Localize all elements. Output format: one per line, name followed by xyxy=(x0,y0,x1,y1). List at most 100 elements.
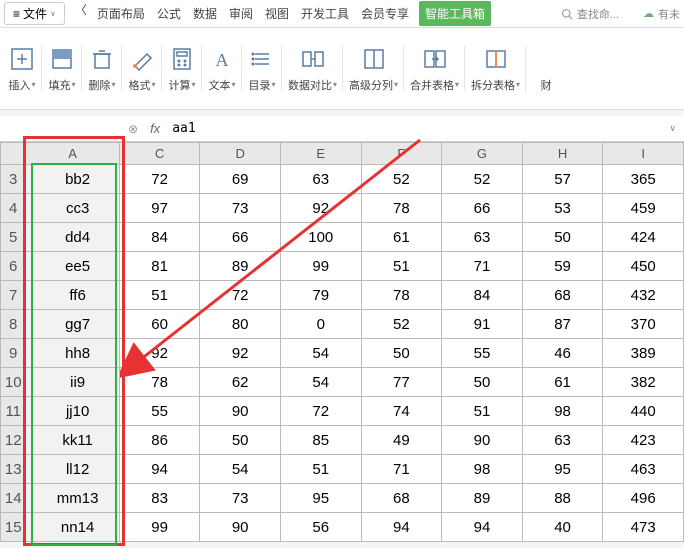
cell[interactable]: 74 xyxy=(361,397,442,426)
fx-cancel-icon[interactable]: ⊗ xyxy=(128,122,138,136)
ribbon-tab-formula[interactable]: 公式 xyxy=(155,1,183,26)
ribbon-tab-data[interactable]: 数据 xyxy=(191,1,219,26)
cell[interactable]: 92 xyxy=(280,194,361,223)
cell[interactable]: 62 xyxy=(200,368,281,397)
cell[interactable]: 53 xyxy=(522,194,603,223)
cell[interactable]: 86 xyxy=(119,426,200,455)
cell[interactable]: 94 xyxy=(442,513,523,542)
cell[interactable]: 60 xyxy=(119,310,200,339)
tool-data-compare[interactable]: 数据对比▾ xyxy=(282,37,343,101)
cell[interactable]: 389 xyxy=(603,339,684,368)
cell[interactable]: 71 xyxy=(442,252,523,281)
cell[interactable]: 78 xyxy=(361,194,442,223)
col-header[interactable]: I xyxy=(603,143,684,165)
row-header[interactable]: 9 xyxy=(1,339,26,368)
row-header[interactable]: 11 xyxy=(1,397,26,426)
ribbon-tab-review[interactable]: 审阅 xyxy=(227,1,255,26)
row-header[interactable]: 8 xyxy=(1,310,26,339)
cell[interactable]: 87 xyxy=(522,310,603,339)
cell[interactable]: ee5 xyxy=(26,252,119,281)
cell[interactable]: 73 xyxy=(200,194,281,223)
cell[interactable]: jj10 xyxy=(26,397,119,426)
row-header[interactable]: 14 xyxy=(1,484,26,513)
cell[interactable]: 61 xyxy=(361,223,442,252)
cell[interactable]: 365 xyxy=(603,165,684,194)
cell[interactable]: 68 xyxy=(522,281,603,310)
row-header[interactable]: 7 xyxy=(1,281,26,310)
cell[interactable]: 52 xyxy=(361,310,442,339)
tool-insert[interactable]: 插入▾ xyxy=(2,37,42,101)
cell[interactable]: 50 xyxy=(522,223,603,252)
cell[interactable]: bb2 xyxy=(26,165,119,194)
col-header[interactable]: H xyxy=(522,143,603,165)
cell[interactable]: 463 xyxy=(603,455,684,484)
row-header[interactable]: 15 xyxy=(1,513,26,542)
row-header[interactable]: 4 xyxy=(1,194,26,223)
cell[interactable]: 98 xyxy=(442,455,523,484)
col-header[interactable]: A xyxy=(26,143,119,165)
cell[interactable]: 57 xyxy=(522,165,603,194)
cell[interactable]: 59 xyxy=(522,252,603,281)
cell[interactable]: 89 xyxy=(442,484,523,513)
cell[interactable]: 72 xyxy=(200,281,281,310)
ribbon-tab-member[interactable]: 会员专享 xyxy=(359,1,411,26)
cell[interactable]: 50 xyxy=(361,339,442,368)
col-header[interactable]: D xyxy=(200,143,281,165)
cell[interactable]: 83 xyxy=(119,484,200,513)
file-menu-button[interactable]: ≡ 文件 ∨ xyxy=(4,2,65,25)
cell[interactable]: 50 xyxy=(200,426,281,455)
cell[interactable]: 78 xyxy=(119,368,200,397)
cell[interactable]: 94 xyxy=(119,455,200,484)
cell[interactable]: 72 xyxy=(119,165,200,194)
cell[interactable]: 66 xyxy=(442,194,523,223)
select-all-corner[interactable] xyxy=(1,143,26,165)
cell[interactable]: 84 xyxy=(119,223,200,252)
cell[interactable]: 51 xyxy=(280,455,361,484)
cell[interactable]: 0 xyxy=(280,310,361,339)
cell[interactable]: 63 xyxy=(442,223,523,252)
cell[interactable]: 459 xyxy=(603,194,684,223)
cell[interactable]: ll12 xyxy=(26,455,119,484)
cell[interactable]: 56 xyxy=(280,513,361,542)
tool-text[interactable]: A 文本▾ xyxy=(202,37,242,101)
cell[interactable]: 51 xyxy=(442,397,523,426)
cell[interactable]: 63 xyxy=(280,165,361,194)
cell[interactable]: 90 xyxy=(442,426,523,455)
cell[interactable]: 88 xyxy=(522,484,603,513)
tool-calculate[interactable]: 计算▾ xyxy=(162,37,202,101)
tool-advanced-split[interactable]: 高级分列▾ xyxy=(343,37,404,101)
tool-format[interactable]: 格式▾ xyxy=(122,37,162,101)
cell[interactable]: 51 xyxy=(119,281,200,310)
cell[interactable]: 68 xyxy=(361,484,442,513)
cell[interactable]: 92 xyxy=(200,339,281,368)
formula-input[interactable] xyxy=(172,121,657,136)
cell[interactable]: 90 xyxy=(200,513,281,542)
cell[interactable]: 40 xyxy=(522,513,603,542)
cell[interactable]: 95 xyxy=(522,455,603,484)
cell[interactable]: 97 xyxy=(119,194,200,223)
cell[interactable]: ii9 xyxy=(26,368,119,397)
row-header[interactable]: 13 xyxy=(1,455,26,484)
cell[interactable]: 49 xyxy=(361,426,442,455)
ribbon-tab-pagelayout[interactable]: 页面布局 xyxy=(95,1,147,26)
col-header[interactable]: E xyxy=(280,143,361,165)
cell[interactable]: 496 xyxy=(603,484,684,513)
cell[interactable]: 52 xyxy=(361,165,442,194)
cell[interactable]: 55 xyxy=(119,397,200,426)
cell[interactable]: kk11 xyxy=(26,426,119,455)
cell[interactable]: 95 xyxy=(280,484,361,513)
cell[interactable]: 69 xyxy=(200,165,281,194)
cell[interactable]: dd4 xyxy=(26,223,119,252)
tool-merge-table[interactable]: 合并表格▾ xyxy=(404,37,465,101)
tool-split-table[interactable]: 拆分表格▾ xyxy=(465,37,526,101)
cell[interactable]: 78 xyxy=(361,281,442,310)
cell[interactable]: 72 xyxy=(280,397,361,426)
cell[interactable]: 63 xyxy=(522,426,603,455)
cell[interactable]: 80 xyxy=(200,310,281,339)
cell[interactable]: 94 xyxy=(361,513,442,542)
cell[interactable]: mm13 xyxy=(26,484,119,513)
cell[interactable]: 51 xyxy=(361,252,442,281)
col-header[interactable]: C xyxy=(119,143,200,165)
row-header[interactable]: 3 xyxy=(1,165,26,194)
row-header[interactable]: 5 xyxy=(1,223,26,252)
